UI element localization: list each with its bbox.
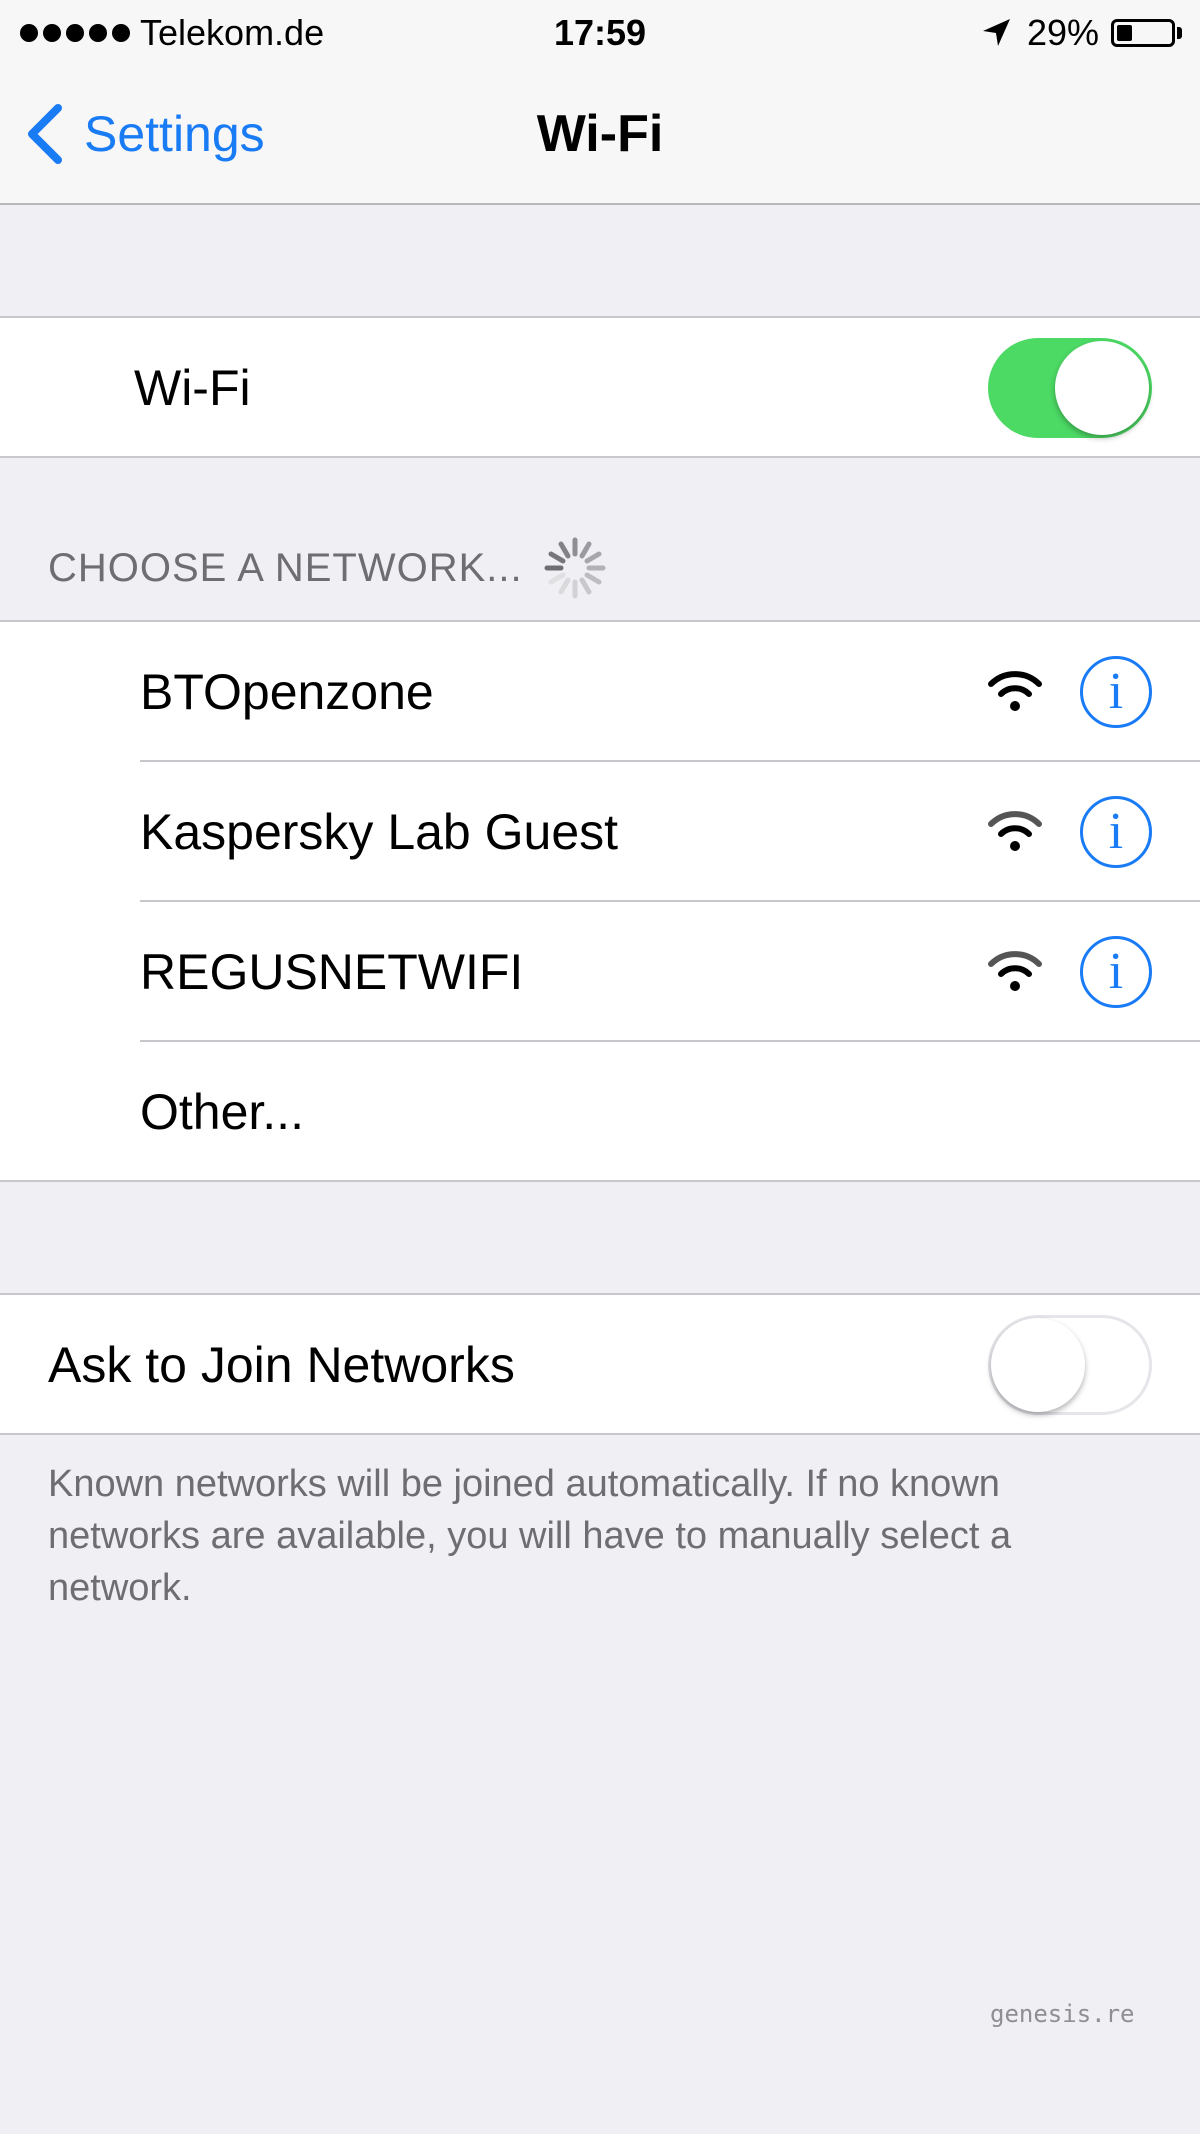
status-bar-right: 29% bbox=[979, 10, 1182, 56]
status-bar: Telekom.de 17:59 29% bbox=[0, 0, 1200, 66]
switch-knob bbox=[1055, 341, 1149, 435]
networks-section-header: CHOOSE A NETWORK... bbox=[48, 528, 609, 608]
wifi-signal-icon bbox=[988, 811, 1042, 851]
other-network-label: Other... bbox=[140, 1084, 304, 1140]
battery-percent: 29% bbox=[1026, 12, 1099, 53]
section-header-label: CHOOSE A NETWORK... bbox=[48, 545, 523, 590]
network-row[interactable]: Kaspersky Lab Guest i bbox=[0, 762, 1200, 902]
location-arrow-icon bbox=[982, 19, 1010, 46]
wifi-toggle-group: Wi-Fi bbox=[0, 316, 1200, 458]
wifi-switch[interactable] bbox=[988, 338, 1152, 438]
navigation-bar: Settings Wi-Fi bbox=[0, 66, 1200, 205]
ask-to-join-footer: Known networks will be joined automatica… bbox=[48, 1463, 1012, 1609]
loading-spinner-icon bbox=[544, 537, 606, 599]
wifi-signal-icon bbox=[988, 671, 1042, 711]
networks-list: BTOpenzone i Kaspersky Lab Guest i REGUS… bbox=[0, 620, 1200, 1182]
wifi-toggle-row: Wi-Fi bbox=[0, 318, 1200, 458]
network-name: REGUSNETWIFI bbox=[140, 944, 524, 1000]
ask-to-join-group: Ask to Join Networks bbox=[0, 1293, 1200, 1435]
ask-to-join-row: Ask to Join Networks bbox=[0, 1295, 1200, 1435]
switch-knob bbox=[991, 1318, 1085, 1412]
page-title: Wi-Fi bbox=[536, 105, 664, 163]
other-network-row[interactable]: Other... bbox=[0, 1042, 1200, 1182]
info-button[interactable]: i bbox=[1080, 656, 1152, 728]
battery-cap bbox=[1177, 27, 1182, 39]
ask-to-join-label: Ask to Join Networks bbox=[48, 1337, 515, 1393]
network-row[interactable]: REGUSNETWIFI i bbox=[0, 902, 1200, 1042]
network-name: BTOpenzone bbox=[140, 664, 434, 720]
info-button[interactable]: i bbox=[1080, 936, 1152, 1008]
battery-icon bbox=[1111, 19, 1175, 47]
info-button[interactable]: i bbox=[1080, 796, 1152, 868]
wifi-toggle-label: Wi-Fi bbox=[134, 360, 251, 416]
watermark: genesis.re bbox=[990, 2000, 1135, 2028]
battery-fill bbox=[1117, 25, 1132, 41]
wifi-signal-icon bbox=[988, 951, 1042, 991]
network-row[interactable]: BTOpenzone i bbox=[0, 622, 1200, 762]
network-name: Kaspersky Lab Guest bbox=[140, 804, 619, 860]
ask-to-join-switch[interactable] bbox=[988, 1315, 1152, 1415]
